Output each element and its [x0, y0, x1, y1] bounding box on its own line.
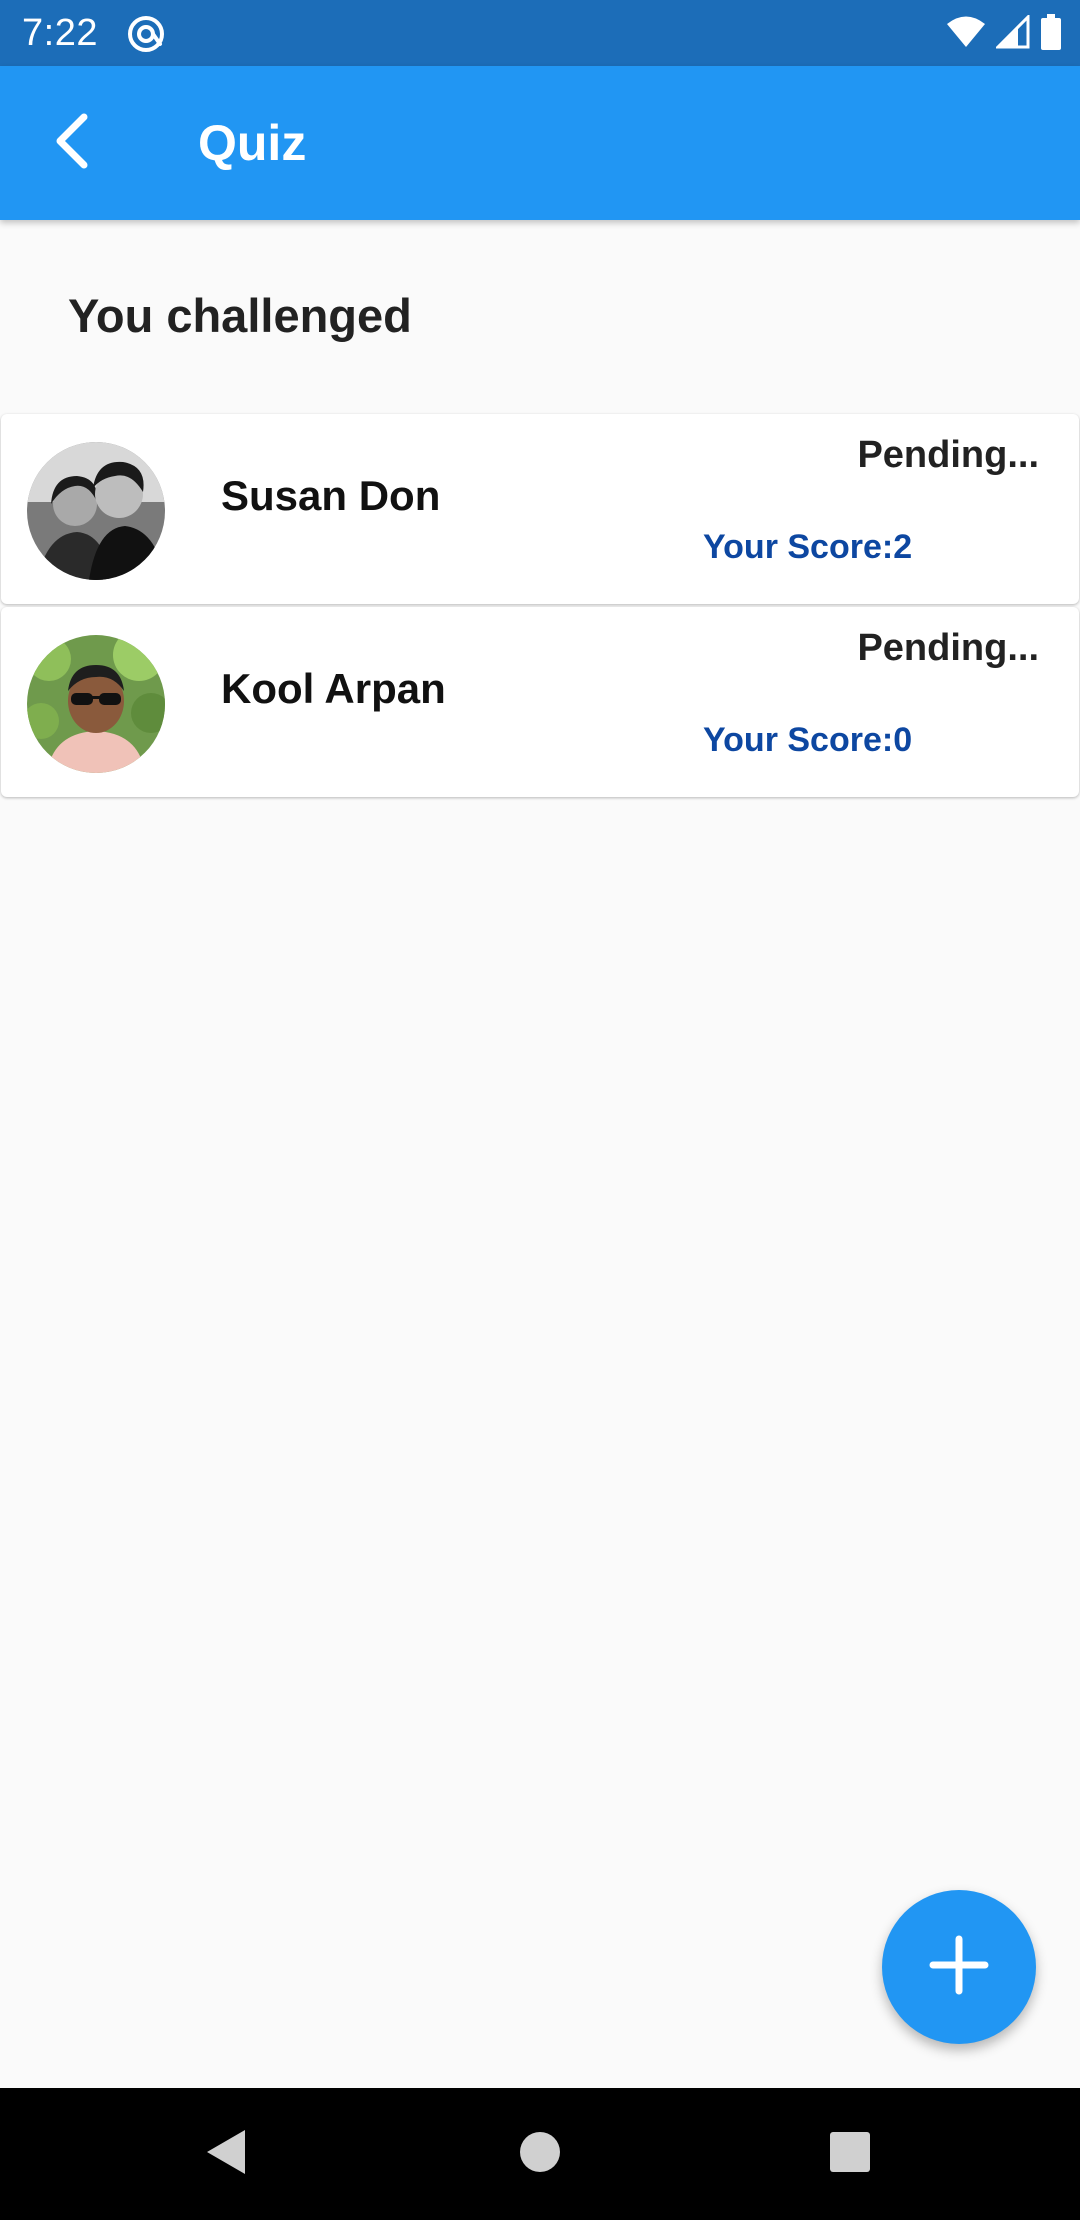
status-label: Pending...: [857, 627, 1039, 669]
avatar: [27, 442, 165, 580]
status-bar: 7:22: [0, 0, 1080, 66]
add-challenge-button[interactable]: [882, 1890, 1036, 2044]
challenger-name: Susan Don: [221, 472, 441, 519]
back-button[interactable]: [28, 99, 116, 187]
status-icons: [946, 12, 1062, 55]
challenge-list: Susan Don Pending... Your Score:2 Kool A…: [0, 414, 1080, 800]
recents-square-icon: [829, 2131, 871, 2178]
page-title: Quiz: [198, 115, 307, 171]
at-sign-icon: [126, 14, 166, 54]
cell-signal-icon: [994, 12, 1030, 54]
status-time: 7:22: [22, 12, 98, 54]
back-triangle-icon: [203, 2127, 249, 2182]
nav-recents-button[interactable]: [810, 2114, 890, 2194]
score-label: Your Score:2: [703, 528, 913, 566]
battery-icon: [1040, 13, 1062, 55]
nav-home-button[interactable]: [500, 2114, 580, 2194]
challenge-card[interactable]: Kool Arpan Pending... Your Score:0: [1, 607, 1079, 797]
back-arrow-icon: [50, 111, 94, 176]
wifi-icon: [946, 15, 986, 54]
home-circle-icon: [518, 2130, 562, 2179]
challenge-card[interactable]: Susan Don Pending... Your Score:2: [1, 414, 1079, 604]
status-label: Pending...: [857, 434, 1039, 476]
system-nav-bar: [0, 2088, 1080, 2220]
section-title: You challenged: [68, 289, 412, 342]
plus-icon: [927, 1933, 991, 2002]
score-label: Your Score:0: [703, 721, 913, 759]
app-bar: Quiz: [0, 66, 1080, 220]
challenger-name: Kool Arpan: [221, 665, 446, 712]
avatar: [27, 635, 165, 773]
nav-back-button[interactable]: [186, 2114, 266, 2194]
